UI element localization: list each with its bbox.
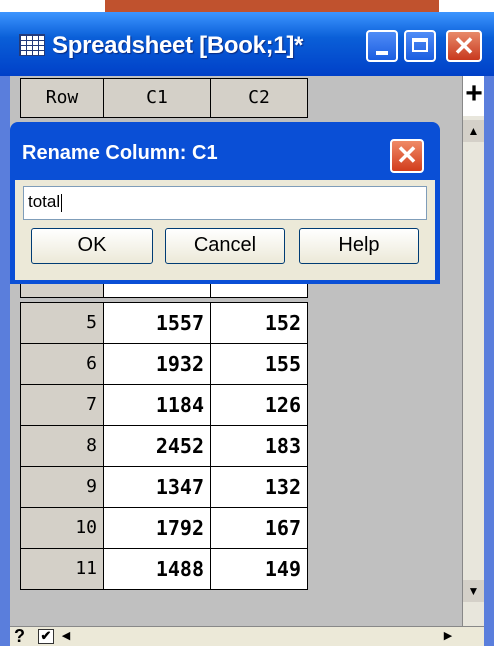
close-button[interactable]: ✕	[446, 30, 482, 62]
column-header-c2[interactable]: C2	[210, 78, 308, 118]
minimize-button[interactable]	[366, 30, 398, 62]
cell-c1[interactable]: 1488	[103, 548, 211, 590]
window-title: Spreadsheet [Book;1]*	[52, 32, 304, 59]
cancel-button[interactable]: Cancel	[165, 228, 285, 264]
cell-c2[interactable]: 132	[210, 466, 308, 508]
spreadsheet-icon	[19, 34, 45, 56]
vertical-scrollbar[interactable]: + ▲ ▼	[462, 76, 484, 626]
spreadsheet-window: Spreadsheet [Book;1]* ✕ Row C1 C2 5 1557…	[0, 12, 494, 646]
row-number[interactable]: 11	[20, 548, 104, 590]
rename-column-dialog: Rename Column: C1 ✕ total OK Cancel Help	[10, 122, 440, 284]
scroll-left-arrow-icon[interactable]: ◀	[58, 629, 74, 644]
row-number[interactable]: 6	[20, 343, 104, 385]
row-number[interactable]: 7	[20, 384, 104, 426]
row-number[interactable]: 9	[20, 466, 104, 508]
cell-c2[interactable]: 149	[210, 548, 308, 590]
dialog-title: Rename Column: C1	[22, 142, 218, 164]
cell-c1[interactable]: 1184	[103, 384, 211, 426]
cell-c1[interactable]: 1347	[103, 466, 211, 508]
cell-c2[interactable]: 167	[210, 507, 308, 549]
dialog-close-icon[interactable]: ✕	[390, 139, 424, 173]
column-header-c1[interactable]: C1	[103, 78, 211, 118]
cell-c2[interactable]: 155	[210, 343, 308, 385]
top-accent-bar	[105, 0, 439, 12]
title-bar[interactable]: Spreadsheet [Book;1]* ✕	[0, 12, 494, 76]
cell-c2[interactable]: 183	[210, 425, 308, 467]
cell-c2[interactable]: 126	[210, 384, 308, 426]
cell-c1[interactable]: 2452	[103, 425, 211, 467]
row-number[interactable]: 10	[20, 507, 104, 549]
row-number[interactable]: 8	[20, 425, 104, 467]
status-checkbox[interactable]: ✔	[38, 629, 54, 644]
close-icon: ✕	[453, 31, 475, 61]
cell-c1[interactable]: 1932	[103, 343, 211, 385]
cell-c2[interactable]: 152	[210, 302, 308, 344]
scroll-up-arrow-icon[interactable]: ▲	[463, 120, 484, 142]
scroll-right-arrow-icon[interactable]: ▶	[440, 629, 456, 644]
column-name-input[interactable]: total	[23, 186, 427, 220]
help-button[interactable]: Help	[299, 228, 419, 264]
horizontal-scrollbar[interactable]: ? ✔ ◀ ▶	[10, 626, 484, 646]
ok-button[interactable]: OK	[31, 228, 153, 264]
cell-c1[interactable]: 1557	[103, 302, 211, 344]
row-number[interactable]: 5	[20, 302, 104, 344]
scroll-down-arrow-icon[interactable]: ▼	[463, 580, 484, 602]
column-name-value: total	[28, 192, 61, 211]
text-caret	[61, 193, 63, 212]
dialog-body: total OK Cancel Help	[15, 180, 435, 280]
help-question-icon[interactable]: ?	[14, 627, 25, 645]
row-header[interactable]: Row	[20, 78, 104, 118]
maximize-button[interactable]	[404, 30, 436, 62]
cell-c1[interactable]: 1792	[103, 507, 211, 549]
add-column-button[interactable]: +	[463, 76, 484, 116]
